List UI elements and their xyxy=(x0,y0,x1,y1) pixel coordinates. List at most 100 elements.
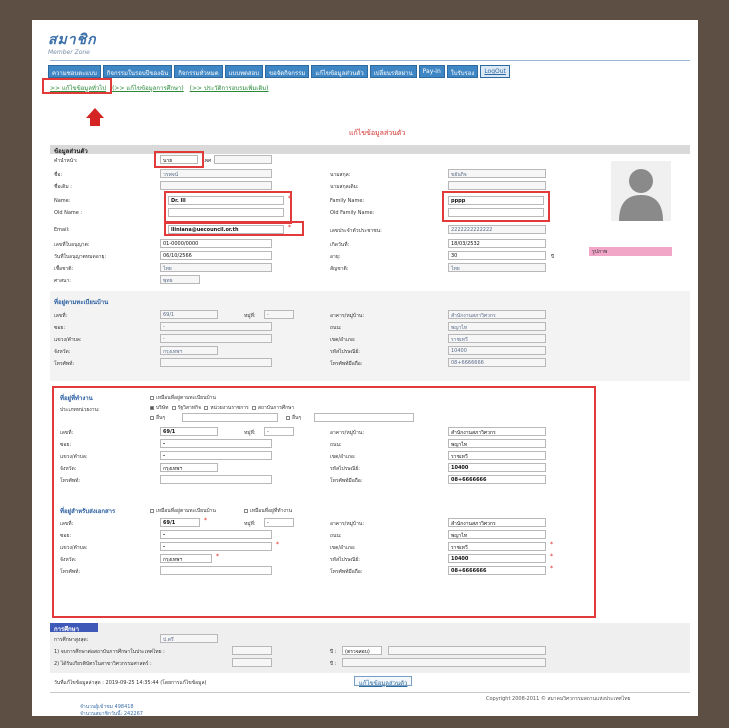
mail-dist-field[interactable]: ราชเทวี xyxy=(448,542,546,551)
mail-soi-field[interactable]: - xyxy=(160,530,272,539)
edu-q2-field[interactable] xyxy=(232,658,272,667)
edu-q1-select[interactable]: (ตรวจสอบ) xyxy=(342,646,382,655)
save-button[interactable]: แก้ไขข้อมูลส่วนตัว xyxy=(354,676,413,687)
radio-icon[interactable] xyxy=(204,405,209,410)
nav-item-pay-in[interactable]: Pay-in xyxy=(418,65,445,78)
required-mark: * xyxy=(550,565,553,572)
work-building-field[interactable]: สำนักงานสภาวิศวกร xyxy=(448,427,546,436)
home-no-field[interactable]: 69/1 xyxy=(160,310,218,319)
name-th-field[interactable]: วรพจน์ xyxy=(160,169,272,178)
nav-item-change-password[interactable]: เปลี่ยนรหัสผ่าน xyxy=(369,65,417,78)
work-other2-label: อื่นๆ xyxy=(292,415,302,421)
citizen-field[interactable]: ไทย xyxy=(448,263,546,272)
edu-level-field: ป.ตรี xyxy=(160,634,218,643)
age-label: อายุ: xyxy=(330,254,341,260)
mail-zip-field[interactable]: 10400 xyxy=(448,554,546,563)
arrow-stem xyxy=(90,117,100,126)
nav-item-logout[interactable]: LogOut xyxy=(480,65,510,78)
nav-item-my-activities[interactable]: กิจกรรมในรอบปีของฉัน xyxy=(102,65,173,78)
old-lastname-th-field[interactable] xyxy=(448,181,546,190)
checkbox-icon[interactable] xyxy=(286,415,290,420)
work-mobile-field[interactable]: 08+6666666 xyxy=(448,475,546,484)
birth-label: เกิดวันที่: xyxy=(330,242,350,248)
nav-item-edit-profile[interactable]: แก้ไขข้อมูลส่วนตัว xyxy=(311,65,368,78)
work-subdist-label: แขวง/ตำบล: xyxy=(60,454,88,460)
edu-q1-extra[interactable] xyxy=(388,646,546,655)
family-name-label: Family Name: xyxy=(330,198,365,204)
mail-prov-select[interactable]: กรุงเทพฯ xyxy=(160,554,212,563)
work-prov-select[interactable]: กรุงเทพฯ xyxy=(160,463,218,472)
work-dist-field[interactable]: ราชเทวี xyxy=(448,451,546,460)
radio-icon[interactable] xyxy=(251,405,256,410)
copyright: Copyright 2008-2011 © สมาคมวิศวกรรมสถานแ… xyxy=(486,696,631,702)
radio-icon[interactable] xyxy=(150,415,154,420)
home-zip-field[interactable]: 10400 xyxy=(448,346,546,355)
home-mobile-field[interactable]: 08+6666666 xyxy=(448,358,546,367)
nav-item-all-activities[interactable]: กิจกรรมทั่วหมด xyxy=(174,65,223,78)
highlight-name xyxy=(164,191,292,224)
work-other-input[interactable] xyxy=(182,413,278,422)
subtab-training[interactable]: (>> ประวัติการอบรมเพิ่มเติม) xyxy=(190,83,269,93)
home-tel-field[interactable] xyxy=(160,358,272,367)
religion-field[interactable]: พุทธ xyxy=(160,275,200,284)
old-name-th-field[interactable] xyxy=(160,181,272,190)
home-building-field[interactable]: สำนักงานสภาวิศวกร xyxy=(448,310,546,319)
work-road-field[interactable]: พญาไท xyxy=(448,439,546,448)
nav-item-request-activity[interactable]: ขอจัดกิจกรรม xyxy=(265,65,310,78)
work-type-options: บริษัท รัฐวิสาหกิจ หน่วยงานราชการ สถาบัน… xyxy=(150,404,294,412)
mail-mobile-field[interactable]: 08+6666666 xyxy=(448,566,546,575)
work-other2-input[interactable] xyxy=(314,413,414,422)
work-zip-field[interactable]: 10400 xyxy=(448,463,546,472)
work-mobile-label: โทรศัพท์มือถือ: xyxy=(330,478,363,484)
photo-label: รูปภาพ xyxy=(589,247,672,256)
work-type-state: รัฐวิสาหกิจ xyxy=(177,405,202,411)
work-tel-field[interactable] xyxy=(160,475,272,484)
edu-q2-extra[interactable] xyxy=(342,658,546,667)
lastname-th-field[interactable]: ขยันกิจ xyxy=(448,169,546,178)
required-mark: * xyxy=(276,541,279,548)
home-moo-field[interactable]: - xyxy=(264,310,294,319)
birth-field[interactable]: 18/03/2532 xyxy=(448,239,546,248)
checkbox-icon[interactable] xyxy=(244,508,248,513)
edu-q1-field[interactable] xyxy=(232,646,272,655)
work-same-label: เหมือนที่อยู่ตามทะเบียนบ้าน xyxy=(156,395,216,401)
work-same-option[interactable]: เหมือนที่อยู่ตามทะเบียนบ้าน xyxy=(150,394,216,402)
mail-building-label: อาคาร/หมู่บ้าน: xyxy=(330,521,365,527)
checkbox-icon[interactable] xyxy=(150,395,154,400)
user-silhouette-icon xyxy=(619,169,663,221)
old-family-label: Old Family Name: xyxy=(330,210,375,216)
mail-moo-label: หมู่ที่: xyxy=(244,521,256,527)
nav-item-profile[interactable]: ความชอบตะแบบ xyxy=(48,65,101,78)
mail-building-field[interactable]: สำนักงานสภาวิศวกร xyxy=(448,518,546,527)
mail-moo-field[interactable]: - xyxy=(264,518,294,527)
work-type-label: ประเภทหน่วยงาน: xyxy=(60,407,100,413)
nav-item-tests[interactable]: แบบทดสอบ xyxy=(224,65,264,78)
work-subdist-field[interactable]: - xyxy=(160,451,272,460)
mail-subdist-field[interactable]: - xyxy=(160,542,272,551)
mail-subdist-label: แขวง/ตำบล: xyxy=(60,545,88,551)
work-soi-field[interactable]: - xyxy=(160,439,272,448)
home-subdist-label: แขวง/ตำบล: xyxy=(54,337,82,343)
mail-no-label: เลขที่: xyxy=(60,521,74,527)
home-subdist-field[interactable]: - xyxy=(160,334,272,343)
idcard-label: เลขประจำตัวประชาชน: xyxy=(330,228,382,234)
religion-label: ศาสนา: xyxy=(54,278,71,284)
mail-no-field[interactable]: 69/1 xyxy=(160,518,200,527)
home-dist-field[interactable]: ราชเทวี xyxy=(448,334,546,343)
work-moo-field[interactable]: - xyxy=(264,427,294,436)
home-soi-field[interactable]: - xyxy=(160,322,272,331)
radio-icon[interactable] xyxy=(171,405,176,410)
home-prov-select[interactable]: กรุงเทพฯ xyxy=(160,346,218,355)
home-road-field[interactable]: พญาไท xyxy=(448,322,546,331)
home-building-label: อาคาร/หมู่บ้าน: xyxy=(330,313,365,319)
radio-icon[interactable] xyxy=(150,405,154,410)
sex-field[interactable] xyxy=(214,155,272,164)
checkbox-icon[interactable] xyxy=(150,508,154,513)
nation-field[interactable]: ไทย xyxy=(160,263,272,272)
nav-item-certificate[interactable]: ใบรับรอง xyxy=(446,65,479,78)
mail-road-field[interactable]: พญาไท xyxy=(448,530,546,539)
work-no-field[interactable]: 69/1 xyxy=(160,427,218,436)
subtab-education[interactable]: (>> แก้ไขข้อมูลการศึกษา) xyxy=(112,83,184,93)
work-dist-label: เขต/อำเภอ: xyxy=(330,454,356,460)
mail-tel-field[interactable] xyxy=(160,566,272,575)
